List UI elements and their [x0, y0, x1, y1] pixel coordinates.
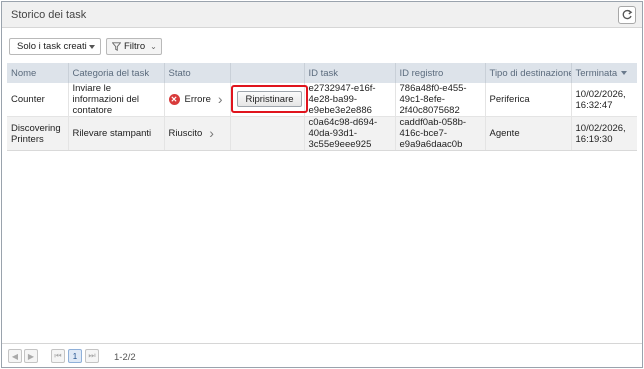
cell-nome: Counter	[7, 83, 69, 117]
col-header-id-task[interactable]: ID task	[304, 63, 396, 83]
error-icon: ✕	[168, 94, 180, 105]
cell-terminata: 10/02/2026, 16:32:47	[571, 83, 637, 117]
col-header-categoria[interactable]: Categoria del task	[68, 63, 165, 83]
col-header-terminata-label: Terminata	[575, 67, 618, 79]
triangle-right-icon: ▶	[27, 351, 35, 361]
status-success[interactable]: Riuscito ›	[168, 126, 230, 140]
cell-id-task: c0a64c98-d694-40da-93d1-3c55e9eee925	[304, 116, 396, 151]
restore-button[interactable]: Ripristinare	[237, 91, 302, 107]
restore-highlight: Ripristinare	[231, 85, 308, 113]
cell-tipo: Agente	[485, 116, 572, 151]
table-row[interactable]: Discovering Printers Rilevare stampanti …	[7, 116, 637, 151]
status-label: Errore	[184, 94, 211, 105]
prev-arrow-button[interactable]: ◀	[8, 349, 22, 363]
last-page-icon: ⏭	[88, 351, 96, 360]
col-header-action	[230, 63, 305, 83]
cell-tipo: Periferica	[485, 83, 572, 117]
refresh-icon	[622, 9, 633, 20]
cell-categoria: Inviare le informazioni del contatore	[68, 83, 165, 117]
task-scope-select[interactable]: Solo i task creati	[9, 38, 101, 55]
chevron-right-icon[interactable]: ›	[218, 92, 223, 106]
cell-action	[230, 116, 305, 151]
cell-id-registro: caddf0ab-058b-416c-bce7-e9a9a6daac0b	[395, 116, 486, 151]
task-table: Nome Categoria del task Stato ID task ID…	[7, 63, 637, 151]
cell-terminata: 10/02/2026, 16:19:30	[571, 116, 637, 151]
filter-button[interactable]: Filtro ⌄	[106, 38, 162, 55]
col-header-stato[interactable]: Stato	[164, 63, 231, 83]
col-header-nome[interactable]: Nome	[7, 63, 69, 83]
col-header-id-registro[interactable]: ID registro	[395, 63, 486, 83]
filter-label: Filtro	[124, 41, 146, 52]
sort-desc-icon	[621, 70, 628, 75]
cell-categoria: Rilevare stampanti	[68, 116, 165, 151]
first-page-button[interactable]: ⏮	[51, 349, 65, 363]
cell-id-task: e2732947-e16f-4e28-ba99-e9ebe3e2e886	[304, 83, 396, 117]
funnel-icon	[112, 42, 121, 51]
page-button-current[interactable]: 1	[68, 349, 82, 363]
chevron-right-icon[interactable]: ›	[209, 126, 214, 140]
table-header-row: Nome Categoria del task Stato ID task ID…	[7, 63, 637, 83]
table-row[interactable]: Counter Inviare le informazioni del cont…	[7, 83, 637, 117]
panel-title: Storico dei task	[11, 9, 87, 21]
double-chevron-down-icon: ⌄	[150, 42, 157, 51]
cell-stato: ✕ Errore ›	[164, 83, 231, 117]
status-error[interactable]: ✕ Errore ›	[168, 92, 230, 106]
pagination-bar: ◀ ▶ ⏮ 1 ⏭ 1-2/2	[2, 343, 642, 367]
cell-nome: Discovering Printers	[7, 116, 69, 151]
last-page-button[interactable]: ⏭	[85, 349, 99, 363]
first-page-icon: ⏮	[54, 351, 62, 360]
status-label: Riuscito	[168, 128, 203, 139]
next-arrow-button[interactable]: ▶	[24, 349, 38, 363]
col-header-terminata[interactable]: Terminata	[571, 63, 637, 83]
cell-id-registro: 786a48f0-e455-49c1-8efe-2f40c8075682	[395, 83, 486, 117]
panel-header: Storico dei task	[2, 2, 642, 28]
refresh-button[interactable]	[618, 6, 636, 24]
task-scope-value: Solo i task creati	[17, 41, 87, 52]
toolbar: Solo i task creati Filtro ⌄	[2, 29, 642, 61]
chevron-down-icon	[89, 45, 95, 49]
cell-stato: Riuscito ›	[164, 116, 231, 151]
task-history-panel: Storico dei task Solo i task creati Filt…	[1, 1, 643, 368]
triangle-left-icon: ◀	[11, 351, 19, 361]
pagination-info: 1-2/2	[114, 352, 136, 363]
col-header-tipo[interactable]: Tipo di destinazione	[485, 63, 572, 83]
